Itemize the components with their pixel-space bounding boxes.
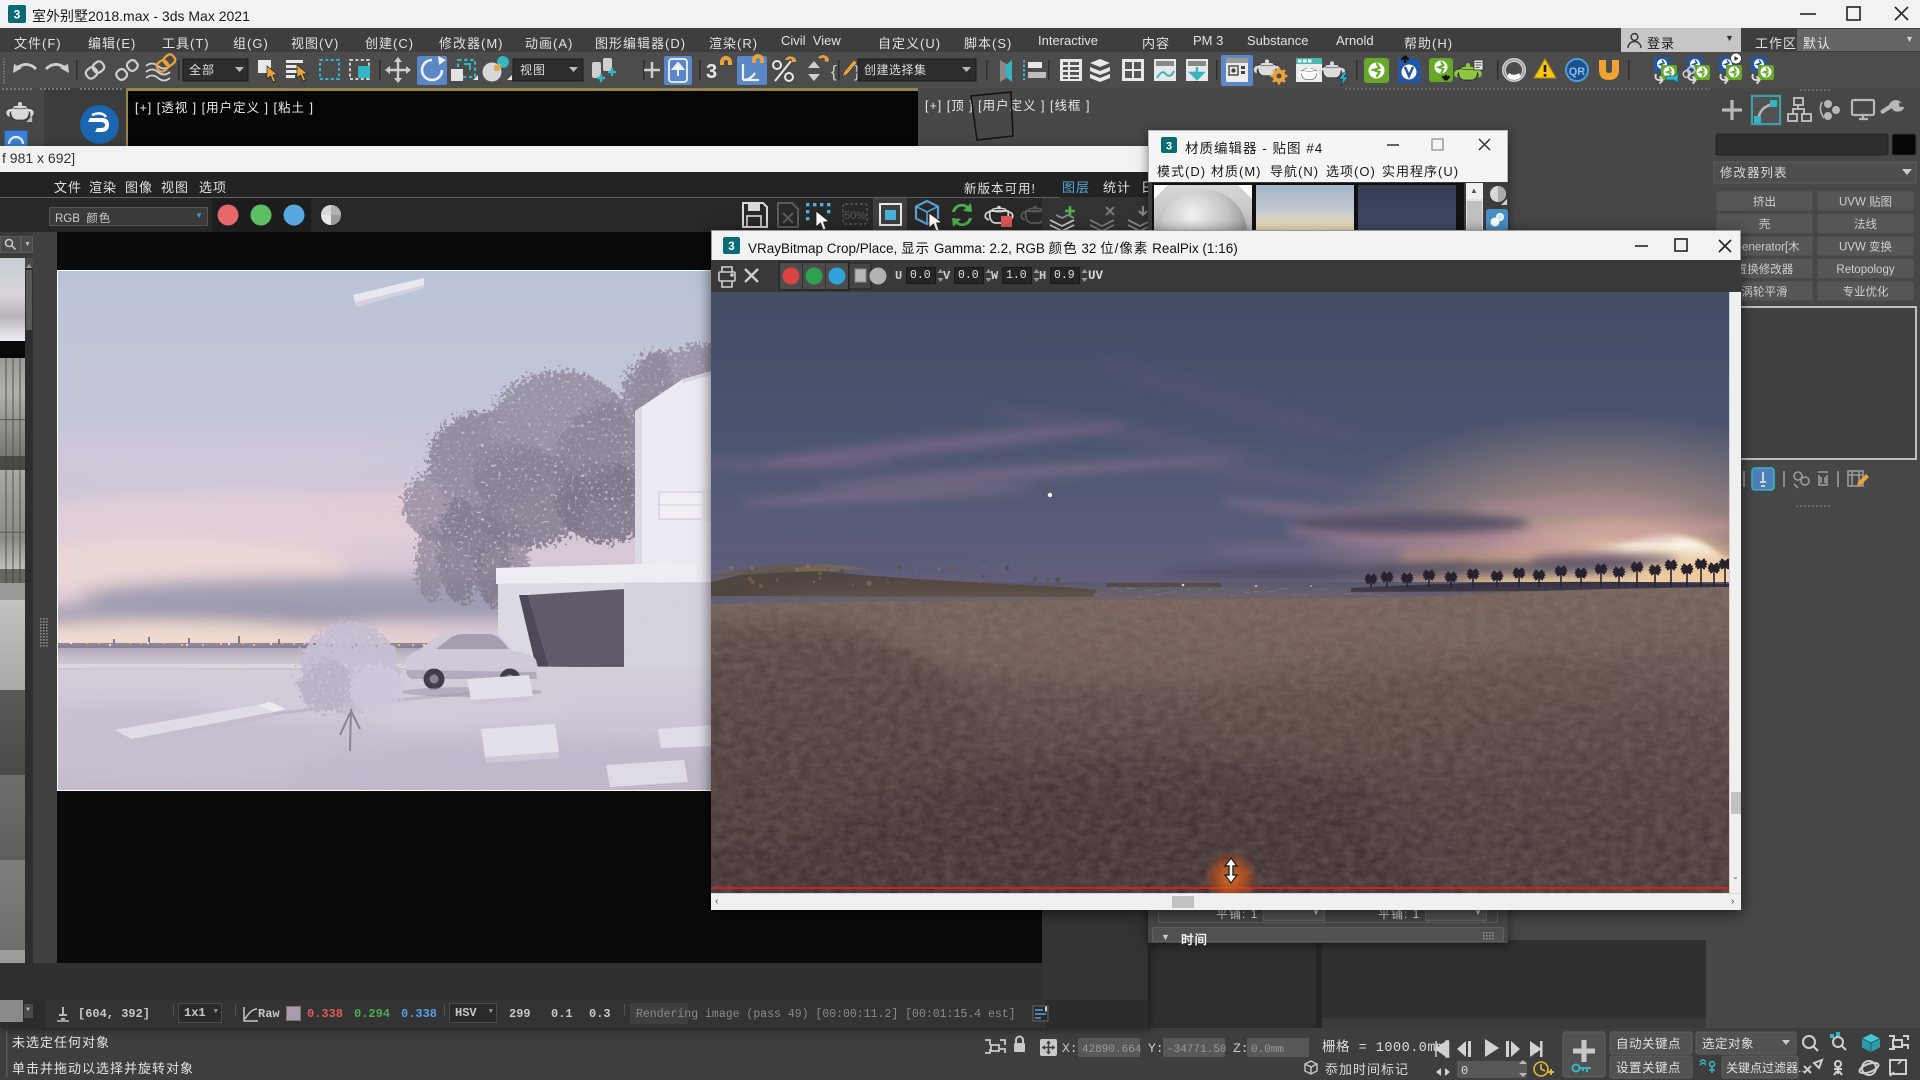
svg-text:单击并拖动以选择并旋转对象: 单击并拖动以选择并旋转对象 bbox=[12, 1061, 194, 1076]
svg-text:Retopology: Retopology bbox=[1836, 264, 1894, 276]
svg-text:未选定任何对象: 未选定任何对象 bbox=[12, 1035, 110, 1050]
svg-text:QR: QR bbox=[1569, 66, 1586, 78]
svg-text:3: 3 bbox=[706, 61, 717, 83]
svg-text:涡轮平滑: 涡轮平滑 bbox=[1742, 285, 1788, 299]
svg-text:Y:: Y: bbox=[1148, 1041, 1164, 1056]
svg-text:3: 3 bbox=[14, 8, 21, 22]
svg-text:置换修改器: 置换修改器 bbox=[1736, 262, 1794, 276]
svg-text:50%: 50% bbox=[844, 210, 866, 222]
svg-text:0.0mm: 0.0mm bbox=[1251, 1044, 1284, 1056]
svg-text:全部: 全部 bbox=[189, 62, 215, 77]
svg-text:法线: 法线 bbox=[1854, 217, 1877, 231]
svg-text:关键点过滤器..: 关键点过滤器.. bbox=[1726, 1061, 1805, 1075]
svg-text:Z:: Z: bbox=[1233, 1041, 1249, 1056]
svg-text:3: 3 bbox=[1166, 141, 1172, 153]
svg-text:忝加时间标记: 忝加时间标记 bbox=[1325, 1062, 1409, 1077]
svg-text:视图: 视图 bbox=[520, 62, 546, 77]
svg-text:挤出: 挤出 bbox=[1753, 195, 1776, 209]
svg-text:{: { bbox=[831, 62, 837, 81]
svg-text:选定对象: 选定对象 bbox=[1702, 1036, 1754, 1051]
svg-text:UVW 变换: UVW 变换 bbox=[1839, 240, 1893, 254]
svg-text:壳: 壳 bbox=[1759, 217, 1771, 231]
svg-text:UVW 贴图: UVW 贴图 bbox=[1839, 195, 1892, 209]
svg-text:栅格 = 1000.0mm: 栅格 = 1000.0mm bbox=[1322, 1039, 1445, 1056]
svg-text:X:: X: bbox=[1062, 1041, 1078, 1056]
svg-text:42890.664: 42890.664 bbox=[1082, 1044, 1142, 1056]
svg-text:自动关键点: 自动关键点 bbox=[1616, 1037, 1681, 1051]
svg-text:创建选择集: 创建选择集 bbox=[864, 62, 927, 77]
svg-text:-34771.50: -34771.50 bbox=[1167, 1044, 1226, 1056]
svg-text:0: 0 bbox=[1461, 1064, 1468, 1078]
svg-text:修改器列表: 修改器列表 bbox=[1720, 165, 1788, 180]
svg-text:专业优化: 专业优化 bbox=[1843, 285, 1889, 299]
svg-text:3: 3 bbox=[728, 241, 734, 253]
svg-text:设置关键点: 设置关键点 bbox=[1616, 1060, 1681, 1075]
